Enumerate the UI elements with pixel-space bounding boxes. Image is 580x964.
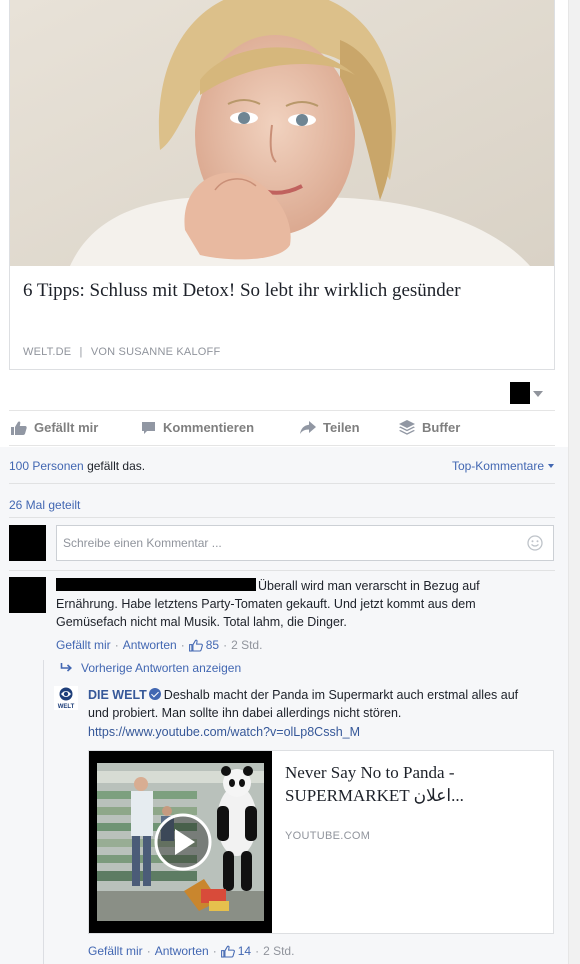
reply-like-link[interactable]: Gefällt mir [88, 944, 143, 958]
reply-actions: Gefällt mir · Antworten · 14 · 2 Std. [88, 944, 294, 958]
buffer-action-label: Buffer [422, 420, 461, 435]
emoji-smiley-icon[interactable] [527, 535, 543, 551]
meta-separator: | [79, 346, 83, 358]
comment-input[interactable] [57, 526, 497, 560]
likes-count-link[interactable]: 100 Personen [9, 459, 84, 473]
reply-thread-rail [43, 660, 44, 964]
dot-separator: · [180, 638, 185, 652]
comment-action[interactable]: Kommentieren [141, 420, 254, 435]
dot-separator: · [212, 944, 217, 958]
likes-suffix: gefällt das. [83, 459, 146, 473]
comment-action-label: Kommentieren [163, 420, 255, 435]
reply-like-count-value: 14 [237, 944, 252, 958]
woman-portrait-image [10, 0, 554, 266]
welt-logo-icon[interactable]: WELT [54, 686, 78, 710]
reply-author-name[interactable]: DIE WELT [88, 688, 147, 702]
reply-body: DIE WELT Deshalb macht der Panda im Super… [88, 686, 528, 722]
share-arrow-icon [300, 421, 316, 434]
comment-input-box[interactable] [56, 525, 554, 561]
commenter-avatar[interactable] [9, 577, 46, 613]
comment-timestamp[interactable]: 2 Std. [231, 638, 262, 652]
buffer-action[interactable]: Buffer [399, 420, 460, 435]
video-link-card[interactable]: Never Say No to Panda - SUPERMARKET اعلا… [88, 750, 554, 934]
current-user-avatar[interactable] [9, 525, 46, 561]
verified-badge-icon [148, 688, 161, 700]
dot-separator: · [255, 944, 260, 958]
panda-supermarket-thumbnail [89, 751, 272, 933]
previous-replies-label: Vorherige Antworten anzeigen [81, 661, 242, 675]
like-action[interactable]: Gefällt mir [11, 420, 98, 435]
divider [9, 517, 555, 518]
share-action[interactable]: Teilen [300, 420, 360, 435]
article-title[interactable]: 6 Tipps: Schluss mit Detox! So lebt ihr … [23, 278, 523, 303]
comment-body: Überall wird man verarscht in Bezug auf … [56, 577, 536, 631]
video-title[interactable]: Never Say No to Panda - SUPERMARKET اعلا… [285, 761, 545, 807]
article-link-card[interactable]: 6 Tipps: Schluss mit Detox! So lebt ihr … [9, 0, 555, 370]
thumbs-up-outline-icon [220, 945, 235, 958]
speech-bubble-icon [142, 421, 155, 434]
share-action-label: Teilen [323, 420, 360, 435]
welt-logo-text: WELT [58, 704, 75, 710]
dot-separator: · [223, 638, 228, 652]
comment-actions: Gefällt mir · Antworten · 85 · 2 Std. [56, 638, 262, 652]
divider [9, 483, 555, 484]
redacted-commenter-name[interactable] [56, 578, 256, 591]
redacted-options-box [510, 382, 530, 404]
shares-count-link[interactable]: 26 Mal geteilt [9, 498, 80, 512]
article-byline: VON SUSANNE KALOFF [90, 346, 221, 358]
previous-replies-link[interactable]: Vorherige Antworten anzeigen [60, 661, 241, 675]
comments-section: 100 Personen gefällt das. Top-Kommentare… [0, 447, 568, 964]
post-action-bar: Gefällt mir Kommentieren Teilen Buffer [9, 410, 555, 446]
article-image[interactable] [10, 0, 554, 266]
comment-like-count[interactable]: 85 [188, 638, 220, 652]
reply-youtube-link[interactable]: https://www.youtube.com/watch?v=olLp8Css… [88, 725, 360, 739]
comment-like-link[interactable]: Gefällt mir [56, 638, 111, 652]
comment-like-count-value: 85 [205, 638, 220, 652]
likes-summary: 100 Personen gefällt das. [9, 459, 145, 473]
post-options-chevron-down-icon[interactable] [533, 391, 543, 397]
reply-reply-link[interactable]: Antworten [155, 944, 209, 958]
dot-separator: · [114, 638, 119, 652]
article-source-byline: WELT.DE | VON SUSANNE KALOFF [23, 346, 220, 358]
reply-like-count[interactable]: 14 [220, 944, 252, 958]
article-source[interactable]: WELT.DE [23, 346, 71, 358]
thumbs-up-outline-icon [188, 639, 203, 652]
facebook-post: 6 Tipps: Schluss mit Detox! So lebt ihr … [0, 0, 568, 964]
thumbs-up-icon [11, 420, 27, 435]
divider [9, 570, 555, 571]
comment-reply-link[interactable]: Antworten [123, 638, 177, 652]
scrollbar[interactable] [568, 0, 580, 964]
reply-arrow-icon [60, 663, 72, 672]
dot-separator: · [146, 944, 151, 958]
video-domain: YOUTUBE.COM [285, 830, 371, 842]
buffer-stack-icon [399, 420, 415, 435]
top-comments-label: Top-Kommentare [451, 459, 544, 473]
reply-timestamp[interactable]: 2 Std. [263, 944, 294, 958]
video-thumbnail[interactable] [89, 751, 272, 933]
chevron-down-icon [548, 464, 554, 468]
top-comments-dropdown[interactable]: Top-Kommentare [452, 459, 554, 473]
like-action-label: Gefällt mir [34, 420, 99, 435]
